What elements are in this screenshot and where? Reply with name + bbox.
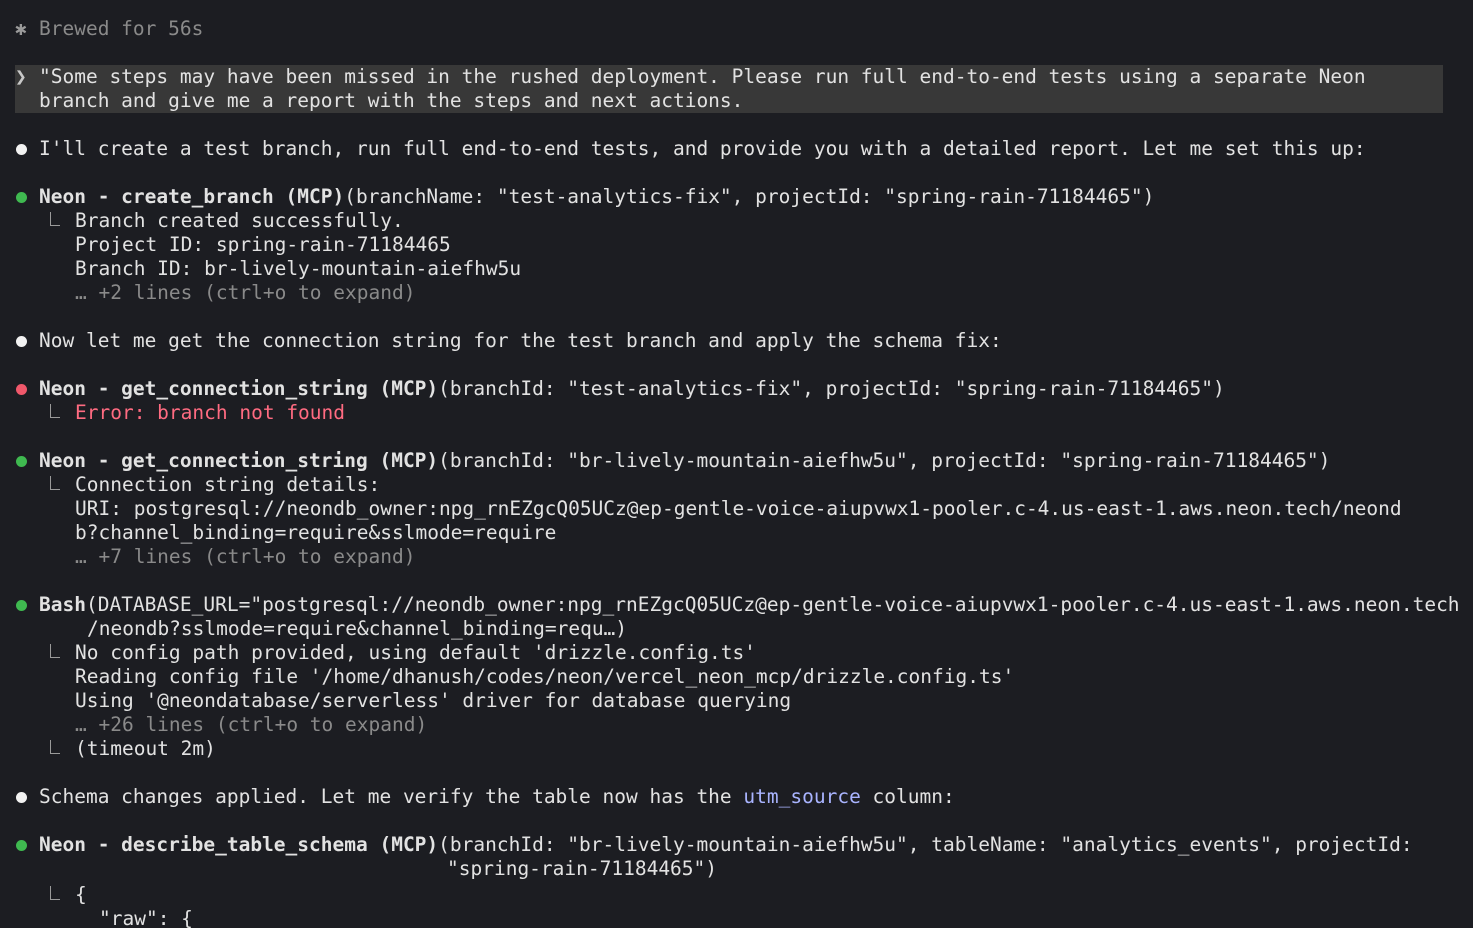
tree-branch-icon [50,404,60,418]
inline-code: utm_source [743,785,861,808]
tool-args: (branchId: "br-lively-mountain-aiefhw5u"… [438,833,1413,856]
message-text: column: [860,785,955,808]
tool-call-get-connection-string-failed[interactable]: Neon - get_connection_string (MCP)(branc… [0,377,1473,425]
tool-output-line: Using '@neondatabase/serverless' driver … [75,689,792,712]
tool-output-line: No config path provided, using default '… [75,641,756,664]
tool-output-line: Branch created successfully. [75,209,404,232]
tool-call-describe-table-schema[interactable]: Neon - describe_table_schema (MCP)(branc… [0,833,1473,928]
terminal-output: ✱ Brewed for 56s ❯ "Some steps may have be… [0,17,1473,928]
assistant-message: I'll create a test branch, run full end-… [0,137,1473,161]
error-dot-icon [16,384,27,395]
tool-name: Bash [39,593,86,616]
tool-name: Neon - create_branch (MCP) [39,185,345,208]
bullet-icon [16,792,27,803]
tool-name: Neon - get_connection_string (MCP) [39,449,439,472]
tool-output-line: b?channel_binding=require&sslmode=requir… [75,521,557,544]
tool-call-create-branch[interactable]: Neon - create_branch (MCP)(branchName: "… [0,185,1473,305]
prompt-line-2: branch and give me a report with the ste… [39,89,744,112]
expand-hint[interactable]: … +7 lines (ctrl+o to expand) [0,545,1473,569]
tool-output-line: "raw": { [99,907,193,928]
expand-hint[interactable]: … +2 lines (ctrl+o to expand) [0,281,1473,305]
success-dot-icon [16,192,27,203]
error-message: Error: branch not found [75,401,346,424]
tool-args-continued: /neondb?sslmode=require&channel_binding=… [87,617,628,640]
asterisk-icon: ✱ [15,17,27,40]
tree-branch-icon [50,886,60,900]
status-text: Brewed for 56s [39,17,204,40]
success-dot-icon [16,840,27,851]
success-dot-icon [16,600,27,611]
prompt-line-1: "Some steps may have been missed in the … [39,65,1366,88]
tree-branch-icon [50,740,60,754]
tool-output-line: Branch ID: br-lively-mountain-aiefhw5u [75,257,522,280]
bullet-icon [16,144,27,155]
tool-call-bash[interactable]: Bash(DATABASE_URL="postgresql://neondb_o… [0,593,1473,761]
status-line: ✱ Brewed for 56s [0,17,1473,41]
bullet-icon [16,336,27,347]
tool-output-line: URI: postgresql://neondb_owner:npg_rnEZg… [75,497,1402,520]
tool-args: (branchName: "test-analytics-fix", proje… [344,185,1155,208]
tree-branch-icon [50,644,60,658]
tree-branch-icon [50,476,60,490]
message-text: Schema changes applied. Let me verify th… [39,785,744,808]
user-prompt: ❯ "Some steps may have been missed in the… [15,65,1443,113]
assistant-message: Schema changes applied. Let me verify th… [0,785,1473,809]
expand-hint[interactable]: … +26 lines (ctrl+o to expand) [0,713,1473,737]
message-text: I'll create a test branch, run full end-… [39,137,1366,160]
message-text: Now let me get the connection string for… [39,329,1002,352]
success-dot-icon [16,456,27,467]
tool-args: (branchId: "br-lively-mountain-aiefhw5u"… [438,449,1331,472]
tool-args: (branchId: "test-analytics-fix", project… [438,377,1225,400]
assistant-message: Now let me get the connection string for… [0,329,1473,353]
timeout-note: (timeout 2m) [75,737,216,760]
tool-args: (DATABASE_URL="postgresql://neondb_owner… [85,593,1460,616]
tool-output-line: { [75,883,87,906]
chevron-right-icon: ❯ [15,65,27,88]
tree-branch-icon [50,212,60,226]
tool-output-line: Reading config file '/home/dhanush/codes… [75,665,1015,688]
tool-output-line: Connection string details: [75,473,381,496]
tool-output-line: Project ID: spring-rain-71184465 [75,233,451,256]
tool-name: Neon - describe_table_schema (MCP) [39,833,439,856]
tool-call-get-connection-string[interactable]: Neon - get_connection_string (MCP)(branc… [0,449,1473,569]
tool-args-continued: "spring-rain-71184465") [447,857,718,880]
tool-name: Neon - get_connection_string (MCP) [39,377,439,400]
